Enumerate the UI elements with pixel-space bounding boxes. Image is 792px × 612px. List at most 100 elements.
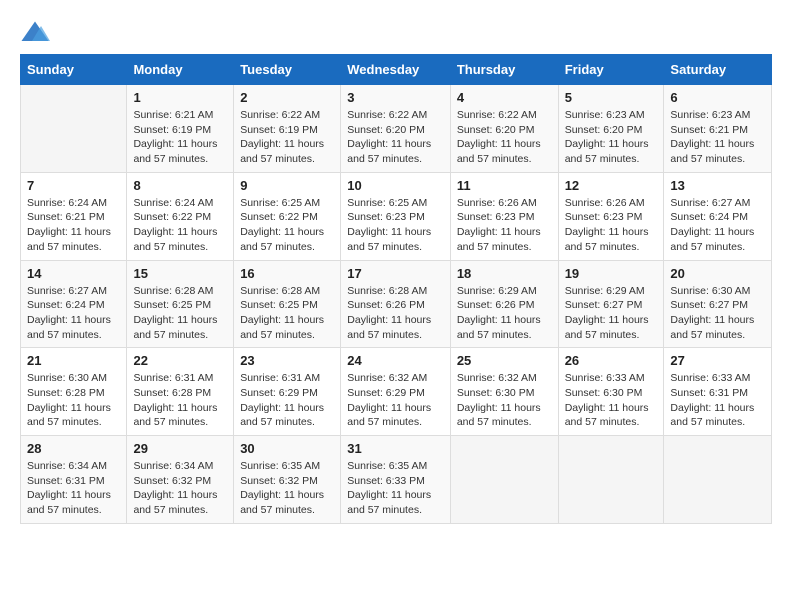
day-cell: 28 Sunrise: 6:34 AM Sunset: 6:31 PM Dayli… [21,436,127,524]
day-cell: 3 Sunrise: 6:22 AM Sunset: 6:20 PM Daylig… [341,85,451,173]
day-info: Sunrise: 6:22 AM Sunset: 6:20 PM Dayligh… [347,108,444,167]
day-info: Sunrise: 6:35 AM Sunset: 6:33 PM Dayligh… [347,459,444,518]
day-number: 26 [565,353,658,368]
day-info: Sunrise: 6:34 AM Sunset: 6:31 PM Dayligh… [27,459,120,518]
header-cell-thursday: Thursday [450,55,558,85]
week-row-1: 1 Sunrise: 6:21 AM Sunset: 6:19 PM Daylig… [21,85,772,173]
week-row-4: 21 Sunrise: 6:30 AM Sunset: 6:28 PM Dayli… [21,348,772,436]
day-info: Sunrise: 6:34 AM Sunset: 6:32 PM Dayligh… [133,459,227,518]
day-cell: 27 Sunrise: 6:33 AM Sunset: 6:31 PM Dayli… [664,348,772,436]
header-cell-wednesday: Wednesday [341,55,451,85]
day-number: 2 [240,90,334,105]
day-cell: 4 Sunrise: 6:22 AM Sunset: 6:20 PM Daylig… [450,85,558,173]
day-cell [664,436,772,524]
day-info: Sunrise: 6:28 AM Sunset: 6:25 PM Dayligh… [240,284,334,343]
day-info: Sunrise: 6:29 AM Sunset: 6:26 PM Dayligh… [457,284,552,343]
day-info: Sunrise: 6:26 AM Sunset: 6:23 PM Dayligh… [565,196,658,255]
day-cell: 18 Sunrise: 6:29 AM Sunset: 6:26 PM Dayli… [450,260,558,348]
week-row-2: 7 Sunrise: 6:24 AM Sunset: 6:21 PM Daylig… [21,172,772,260]
header-cell-tuesday: Tuesday [234,55,341,85]
day-number: 23 [240,353,334,368]
week-row-5: 28 Sunrise: 6:34 AM Sunset: 6:31 PM Dayli… [21,436,772,524]
day-cell: 2 Sunrise: 6:22 AM Sunset: 6:19 PM Daylig… [234,85,341,173]
day-number: 9 [240,178,334,193]
day-number: 17 [347,266,444,281]
day-cell: 13Sunrise: 6:27 AM Sunset: 6:24 PM Dayli… [664,172,772,260]
day-cell: 20 Sunrise: 6:30 AM Sunset: 6:27 PM Dayli… [664,260,772,348]
day-cell: 24 Sunrise: 6:32 AM Sunset: 6:29 PM Dayli… [341,348,451,436]
day-cell: 23Sunrise: 6:31 AM Sunset: 6:29 PM Dayli… [234,348,341,436]
day-cell: 16 Sunrise: 6:28 AM Sunset: 6:25 PM Dayli… [234,260,341,348]
day-number: 22 [133,353,227,368]
day-number: 18 [457,266,552,281]
day-info: Sunrise: 6:30 AM Sunset: 6:28 PM Dayligh… [27,371,120,430]
day-number: 19 [565,266,658,281]
day-number: 25 [457,353,552,368]
day-info: Sunrise: 6:24 AM Sunset: 6:22 PM Dayligh… [133,196,227,255]
day-cell: 22 Sunrise: 6:31 AM Sunset: 6:28 PM Dayli… [127,348,234,436]
day-number: 1 [133,90,227,105]
day-cell: 15 Sunrise: 6:28 AM Sunset: 6:25 PM Dayli… [127,260,234,348]
day-number: 4 [457,90,552,105]
day-info: Sunrise: 6:33 AM Sunset: 6:31 PM Dayligh… [670,371,765,430]
day-cell: 31 Sunrise: 6:35 AM Sunset: 6:33 PM Dayli… [341,436,451,524]
day-info: Sunrise: 6:24 AM Sunset: 6:21 PM Dayligh… [27,196,120,255]
day-number: 15 [133,266,227,281]
day-number: 13 [670,178,765,193]
day-number: 7 [27,178,120,193]
day-info: Sunrise: 6:29 AM Sunset: 6:27 PM Dayligh… [565,284,658,343]
day-number: 30 [240,441,334,456]
day-number: 20 [670,266,765,281]
day-cell: 12 Sunrise: 6:26 AM Sunset: 6:23 PM Dayli… [558,172,664,260]
day-cell [558,436,664,524]
day-cell [21,85,127,173]
day-info: Sunrise: 6:22 AM Sunset: 6:19 PM Dayligh… [240,108,334,167]
day-number: 6 [670,90,765,105]
day-number: 27 [670,353,765,368]
day-cell: 14Sunrise: 6:27 AM Sunset: 6:24 PM Dayli… [21,260,127,348]
day-number: 14 [27,266,120,281]
logo-icon [20,20,50,44]
calendar-header: SundayMondayTuesdayWednesdayThursdayFrid… [21,55,772,85]
day-info: Sunrise: 6:28 AM Sunset: 6:25 PM Dayligh… [133,284,227,343]
day-cell: 9Sunrise: 6:25 AM Sunset: 6:22 PM Daylig… [234,172,341,260]
header-row: SundayMondayTuesdayWednesdayThursdayFrid… [21,55,772,85]
page-header [20,20,772,44]
day-cell: 17 Sunrise: 6:28 AM Sunset: 6:26 PM Dayli… [341,260,451,348]
calendar-table: SundayMondayTuesdayWednesdayThursdayFrid… [20,54,772,524]
day-number: 5 [565,90,658,105]
day-cell: 11 Sunrise: 6:26 AM Sunset: 6:23 PM Dayli… [450,172,558,260]
day-info: Sunrise: 6:21 AM Sunset: 6:19 PM Dayligh… [133,108,227,167]
day-cell: 10Sunrise: 6:25 AM Sunset: 6:23 PM Dayli… [341,172,451,260]
day-number: 24 [347,353,444,368]
day-info: Sunrise: 6:35 AM Sunset: 6:32 PM Dayligh… [240,459,334,518]
day-cell: 29Sunrise: 6:34 AM Sunset: 6:32 PM Dayli… [127,436,234,524]
day-number: 8 [133,178,227,193]
day-info: Sunrise: 6:28 AM Sunset: 6:26 PM Dayligh… [347,284,444,343]
day-number: 28 [27,441,120,456]
day-cell: 26Sunrise: 6:33 AM Sunset: 6:30 PM Dayli… [558,348,664,436]
day-info: Sunrise: 6:23 AM Sunset: 6:21 PM Dayligh… [670,108,765,167]
day-number: 3 [347,90,444,105]
day-number: 10 [347,178,444,193]
day-info: Sunrise: 6:32 AM Sunset: 6:30 PM Dayligh… [457,371,552,430]
day-info: Sunrise: 6:32 AM Sunset: 6:29 PM Dayligh… [347,371,444,430]
day-number: 16 [240,266,334,281]
day-info: Sunrise: 6:30 AM Sunset: 6:27 PM Dayligh… [670,284,765,343]
day-cell: 19 Sunrise: 6:29 AM Sunset: 6:27 PM Dayli… [558,260,664,348]
day-number: 21 [27,353,120,368]
day-info: Sunrise: 6:23 AM Sunset: 6:20 PM Dayligh… [565,108,658,167]
day-number: 31 [347,441,444,456]
day-number: 11 [457,178,552,193]
day-info: Sunrise: 6:22 AM Sunset: 6:20 PM Dayligh… [457,108,552,167]
day-cell: 30 Sunrise: 6:35 AM Sunset: 6:32 PM Dayli… [234,436,341,524]
day-info: Sunrise: 6:31 AM Sunset: 6:28 PM Dayligh… [133,371,227,430]
day-number: 12 [565,178,658,193]
day-cell: 7 Sunrise: 6:24 AM Sunset: 6:21 PM Daylig… [21,172,127,260]
day-cell: 21 Sunrise: 6:30 AM Sunset: 6:28 PM Dayli… [21,348,127,436]
header-cell-sunday: Sunday [21,55,127,85]
day-cell: 25 Sunrise: 6:32 AM Sunset: 6:30 PM Dayli… [450,348,558,436]
week-row-3: 14Sunrise: 6:27 AM Sunset: 6:24 PM Dayli… [21,260,772,348]
header-cell-monday: Monday [127,55,234,85]
day-info: Sunrise: 6:26 AM Sunset: 6:23 PM Dayligh… [457,196,552,255]
